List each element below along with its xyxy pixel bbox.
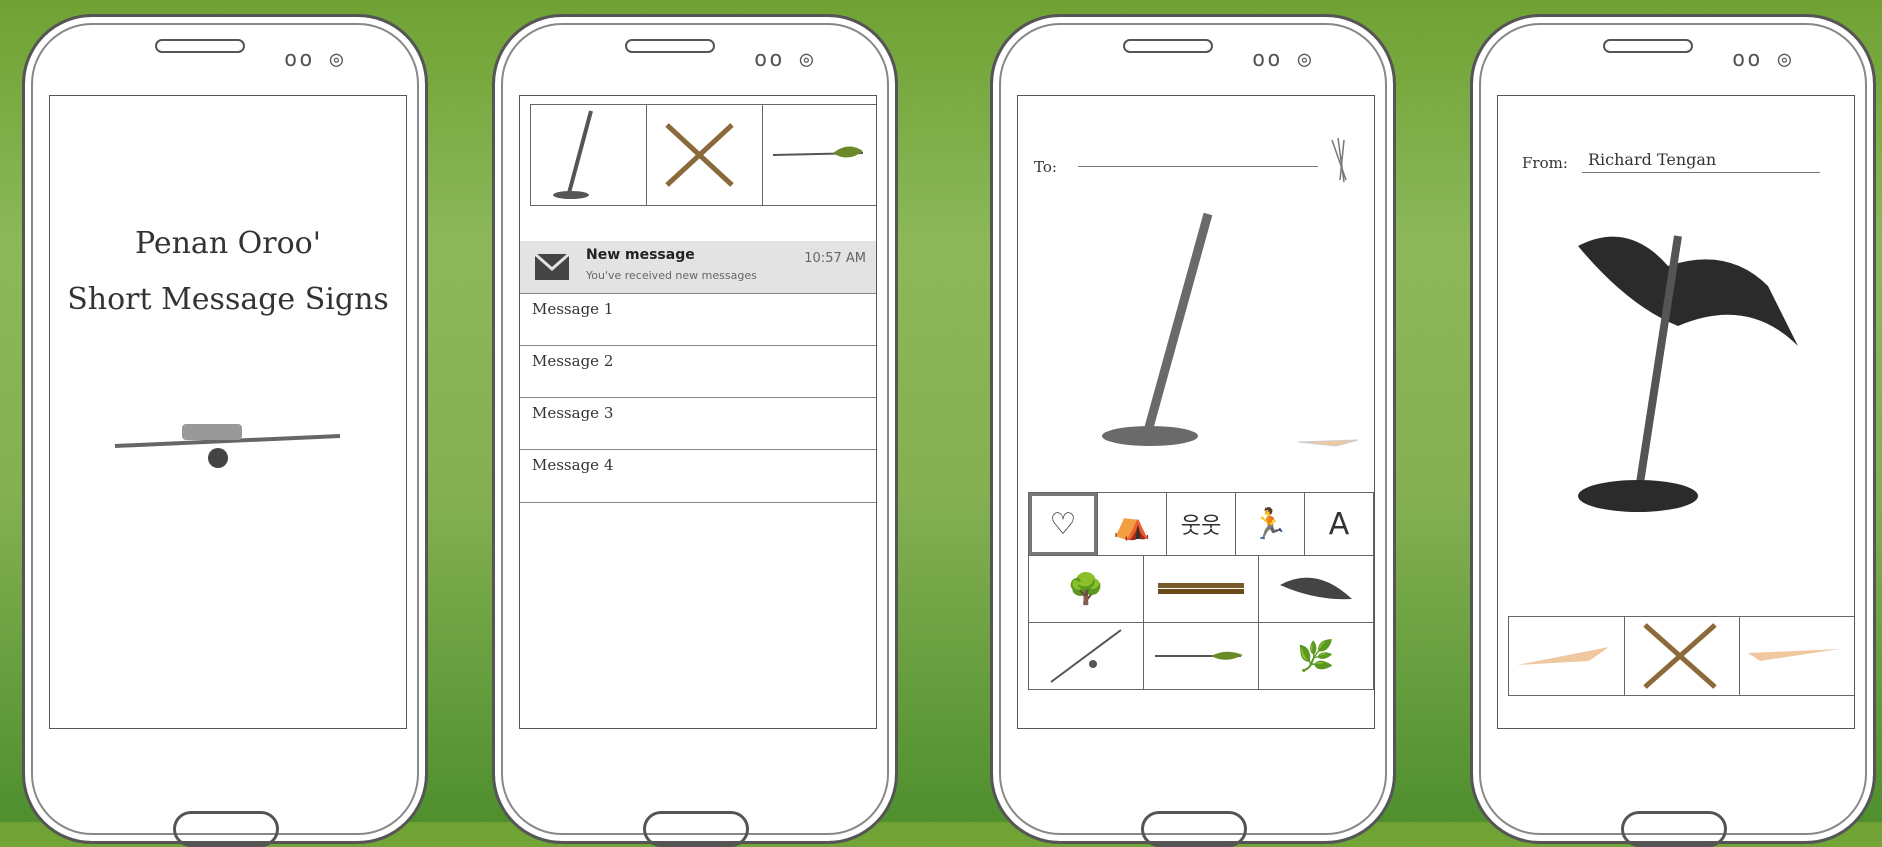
bundle-sign-icon[interactable] — [1144, 556, 1259, 622]
tree-sign-icon[interactable]: 🌳 — [1029, 556, 1144, 622]
received-flag-sign — [1578, 235, 1798, 512]
speaker-grille — [1603, 39, 1693, 53]
from-label: From: — [1522, 154, 1568, 172]
message-list-item[interactable]: Message 1 — [520, 293, 876, 346]
speaker-grille — [1123, 39, 1213, 53]
phone-inbox: oo ◎ New message You've received new mes… — [492, 14, 898, 847]
message-label: Message 1 — [532, 300, 614, 318]
leaf-arrow-icon[interactable] — [763, 105, 876, 205]
feather-sign-icon[interactable] — [1740, 617, 1854, 695]
message-list-item[interactable]: Message 2 — [520, 345, 876, 398]
message-label: Message 2 — [532, 352, 614, 370]
envelope-icon — [534, 253, 570, 280]
camera-icon: oo ◎ — [1252, 47, 1313, 72]
blowpipe-logo — [114, 424, 341, 468]
camera-icon: oo ◎ — [754, 47, 815, 72]
contacts-icon[interactable] — [1324, 136, 1354, 186]
phone-read-message: oo ◎ From: Richard Tengan — [1470, 14, 1876, 847]
phone-compose: oo ◎ To: ♡ ⛺ 웃웃 🏃 A 🌳 🌿 — [990, 14, 1396, 847]
notification-title: New message — [586, 247, 695, 263]
camera-icon: oo ◎ — [1732, 47, 1793, 72]
speaker-grille — [625, 39, 715, 53]
pole-sign-icon[interactable] — [1029, 623, 1144, 689]
inbox-screen: New message You've received new messages… — [519, 95, 877, 729]
runner-sign-icon[interactable]: 🏃 — [1236, 493, 1305, 555]
splash-screen: Penan Oroo' Short Message Signs — [49, 95, 407, 729]
speaker-grille — [155, 39, 245, 53]
home-button[interactable] — [1621, 811, 1727, 847]
sign-preview-row — [530, 104, 876, 206]
read-message-screen: From: Richard Tengan — [1497, 95, 1855, 729]
crossed-sticks-icon[interactable] — [1625, 617, 1741, 695]
people-sign-icon[interactable]: 웃웃 — [1167, 493, 1236, 555]
phone-splash: oo ◎ Penan Oroo' Short Message Signs — [22, 14, 428, 847]
crossed-sticks-icon[interactable] — [647, 105, 763, 205]
home-button[interactable] — [643, 811, 749, 847]
heart-sign-icon[interactable]: ♡ — [1029, 493, 1098, 555]
app-title-line2: Short Message Signs — [67, 282, 389, 317]
leaf-cluster-sign-icon[interactable]: 🌿 — [1259, 623, 1373, 689]
message-sign-row — [1508, 616, 1854, 696]
feather-sign-icon[interactable] — [1509, 617, 1625, 695]
leaf-arrow-sign-icon[interactable] — [1144, 623, 1259, 689]
message-list-item[interactable]: Message 3 — [520, 397, 876, 450]
stick-sign-icon[interactable] — [531, 105, 647, 205]
message-label: Message 3 — [532, 404, 614, 422]
leaf-sign-icon[interactable] — [1259, 556, 1373, 622]
message-list-item[interactable]: Message 4 — [520, 449, 876, 503]
notification-subtitle: You've received new messages — [586, 269, 757, 282]
camp-sign-icon[interactable]: ⛺ — [1098, 493, 1167, 555]
feather-icon[interactable] — [1296, 432, 1366, 452]
compose-screen: To: ♡ ⛺ 웃웃 🏃 A 🌳 🌿 — [1017, 95, 1375, 729]
app-title-line1: Penan Oroo' — [135, 226, 321, 261]
home-button[interactable] — [1141, 811, 1247, 847]
sender-name: Richard Tengan — [1588, 150, 1717, 169]
camera-icon: oo ◎ — [284, 47, 345, 72]
new-message-notification[interactable]: New message You've received new messages… — [520, 241, 876, 293]
to-label: To: — [1034, 158, 1057, 176]
sign-palette: ♡ ⛺ 웃웃 🏃 A 🌳 🌿 — [1028, 492, 1374, 690]
text-sign-icon[interactable]: A — [1305, 493, 1373, 555]
recipient-input[interactable] — [1078, 166, 1318, 167]
home-button[interactable] — [173, 811, 279, 847]
notification-time: 10:57 AM — [804, 251, 866, 266]
composed-stick-sign — [1102, 212, 1213, 446]
message-label: Message 4 — [532, 456, 614, 474]
app-title: Penan Oroo' Short Message Signs — [50, 216, 406, 328]
sender-line — [1582, 172, 1820, 173]
